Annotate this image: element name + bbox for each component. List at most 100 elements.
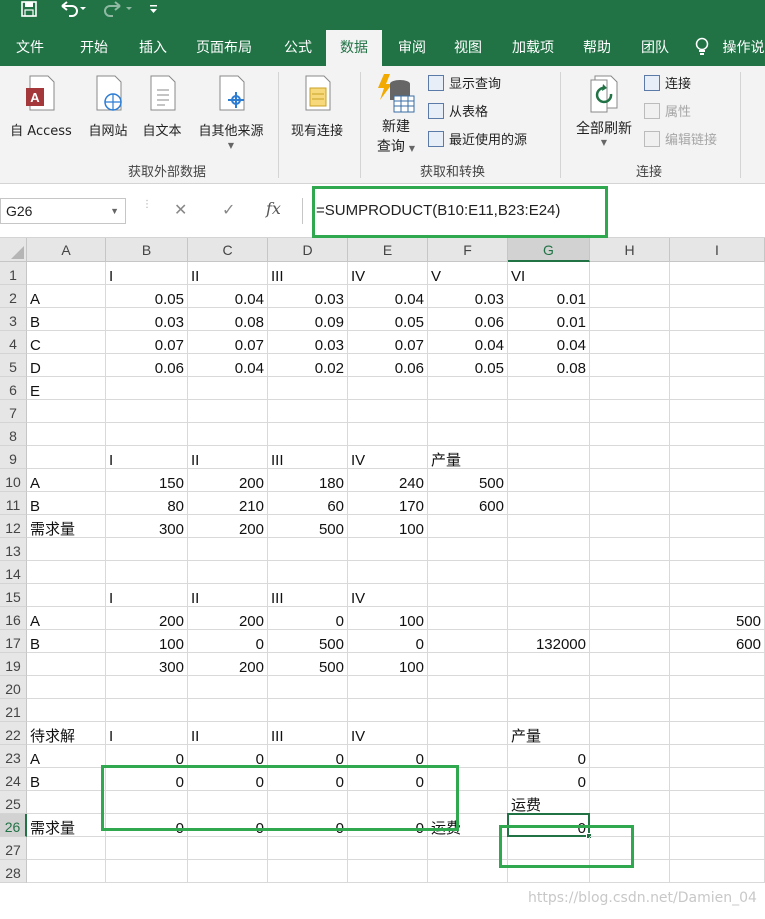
cell-h11[interactable] <box>590 492 670 515</box>
tab-team[interactable]: 团队 <box>628 30 682 66</box>
cell-c20[interactable] <box>188 676 268 699</box>
cell-i15[interactable] <box>670 584 765 607</box>
select-all-corner[interactable] <box>0 238 27 262</box>
cell-i8[interactable] <box>670 423 765 446</box>
cell-e2[interactable]: 0.04 <box>348 285 428 308</box>
cell-c22[interactable]: II <box>188 722 268 745</box>
cell-d27[interactable] <box>268 837 348 860</box>
cell-a2[interactable]: A <box>27 285 106 308</box>
cell-e20[interactable] <box>348 676 428 699</box>
row-header-4[interactable]: 4 <box>0 331 27 354</box>
cell-f28[interactable] <box>428 860 508 883</box>
cell-i5[interactable] <box>670 354 765 377</box>
cell-g25[interactable]: 运费 <box>508 791 590 814</box>
cell-d14[interactable] <box>268 561 348 584</box>
cell-h12[interactable] <box>590 515 670 538</box>
cancel-icon[interactable]: ✕ <box>174 200 187 220</box>
cell-c2[interactable]: 0.04 <box>188 285 268 308</box>
cell-a16[interactable]: A <box>27 607 106 630</box>
cell-c5[interactable]: 0.04 <box>188 354 268 377</box>
cell-a12[interactable]: 需求量 <box>27 515 106 538</box>
cell-g11[interactable] <box>508 492 590 515</box>
cell-i25[interactable] <box>670 791 765 814</box>
cell-i11[interactable] <box>670 492 765 515</box>
cell-h10[interactable] <box>590 469 670 492</box>
refresh-all-button[interactable]: 全部刷新 ▼ <box>570 74 638 158</box>
from-table-button[interactable]: 从表格 <box>428 102 488 124</box>
cell-i14[interactable] <box>670 561 765 584</box>
cell-a15[interactable] <box>27 584 106 607</box>
cell-a17[interactable]: B <box>27 630 106 653</box>
row-header-26[interactable]: 26 <box>0 814 27 837</box>
edit-links-button[interactable]: 编辑链接 <box>644 130 717 152</box>
cell-f2[interactable]: 0.03 <box>428 285 508 308</box>
row-header-8[interactable]: 8 <box>0 423 27 446</box>
cell-d9[interactable]: III <box>268 446 348 469</box>
cell-e10[interactable]: 240 <box>348 469 428 492</box>
undo-icon[interactable] <box>58 0 88 20</box>
cell-d17[interactable]: 500 <box>268 630 348 653</box>
tab-home[interactable]: 开始 <box>66 30 122 66</box>
cell-g7[interactable] <box>508 400 590 423</box>
cell-a21[interactable] <box>27 699 106 722</box>
cell-a10[interactable]: A <box>27 469 106 492</box>
cell-d28[interactable] <box>268 860 348 883</box>
cell-e27[interactable] <box>348 837 428 860</box>
cell-g5[interactable]: 0.08 <box>508 354 590 377</box>
cell-g9[interactable] <box>508 446 590 469</box>
cell-g24[interactable]: 0 <box>508 768 590 791</box>
cell-e22[interactable]: IV <box>348 722 428 745</box>
cell-i24[interactable] <box>670 768 765 791</box>
name-box[interactable]: G26 ▼ <box>0 198 126 224</box>
cell-d3[interactable]: 0.09 <box>268 308 348 331</box>
cell-c1[interactable]: II <box>188 262 268 285</box>
redo-icon[interactable] <box>100 0 134 20</box>
cell-c21[interactable] <box>188 699 268 722</box>
cell-b17[interactable]: 100 <box>106 630 188 653</box>
cell-e28[interactable] <box>348 860 428 883</box>
cell-g17[interactable]: 132000 <box>508 630 590 653</box>
cell-g13[interactable] <box>508 538 590 561</box>
cell-h14[interactable] <box>590 561 670 584</box>
cell-i6[interactable] <box>670 377 765 400</box>
cell-h8[interactable] <box>590 423 670 446</box>
cell-f15[interactable] <box>428 584 508 607</box>
cell-c28[interactable] <box>188 860 268 883</box>
cell-f17[interactable] <box>428 630 508 653</box>
cell-i26[interactable] <box>670 814 765 837</box>
cell-f9[interactable]: 产量 <box>428 446 508 469</box>
cell-a11[interactable]: B <box>27 492 106 515</box>
cell-e3[interactable]: 0.05 <box>348 308 428 331</box>
cell-b2[interactable]: 0.05 <box>106 285 188 308</box>
cell-h20[interactable] <box>590 676 670 699</box>
row-header-24[interactable]: 24 <box>0 768 27 791</box>
cell-f5[interactable]: 0.05 <box>428 354 508 377</box>
new-query-button[interactable]: 新建 查询 ▼ <box>368 72 424 158</box>
cell-g16[interactable] <box>508 607 590 630</box>
row-header-5[interactable]: 5 <box>0 354 27 377</box>
cell-c10[interactable]: 200 <box>188 469 268 492</box>
row-header-20[interactable]: 20 <box>0 676 27 699</box>
row-header-10[interactable]: 10 <box>0 469 27 492</box>
cell-a3[interactable]: B <box>27 308 106 331</box>
cell-f16[interactable] <box>428 607 508 630</box>
cell-c3[interactable]: 0.08 <box>188 308 268 331</box>
cell-a7[interactable] <box>27 400 106 423</box>
cell-h17[interactable] <box>590 630 670 653</box>
cell-i21[interactable] <box>670 699 765 722</box>
cell-h23[interactable] <box>590 745 670 768</box>
row-header-6[interactable]: 6 <box>0 377 27 400</box>
properties-button[interactable]: 属性 <box>644 102 691 124</box>
cell-c27[interactable] <box>188 837 268 860</box>
cell-f22[interactable] <box>428 722 508 745</box>
tab-view[interactable]: 视图 <box>440 30 496 66</box>
row-header-13[interactable]: 13 <box>0 538 27 561</box>
row-header-9[interactable]: 9 <box>0 446 27 469</box>
cell-f1[interactable]: V <box>428 262 508 285</box>
cell-b14[interactable] <box>106 561 188 584</box>
row-header-15[interactable]: 15 <box>0 584 27 607</box>
cell-b3[interactable]: 0.03 <box>106 308 188 331</box>
cell-f6[interactable] <box>428 377 508 400</box>
column-header-d[interactable]: D <box>268 238 348 262</box>
column-header-g[interactable]: G <box>508 238 590 262</box>
